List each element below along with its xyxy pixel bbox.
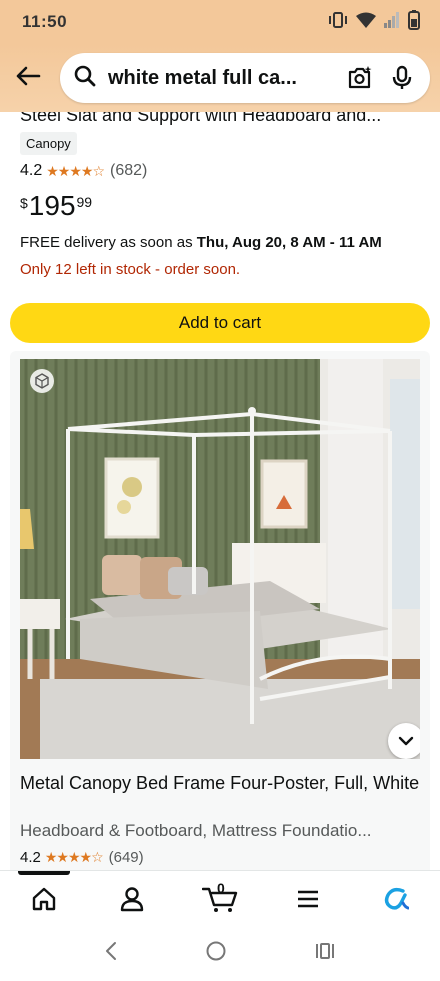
- camera-search-button[interactable]: [344, 62, 376, 94]
- product-price: $ 195 99: [20, 190, 92, 222]
- price-symbol: $: [20, 195, 28, 211]
- view-in-room-icon[interactable]: [30, 369, 54, 393]
- product-subtitle[interactable]: Headboard & Footboard, Mattress Foundati…: [20, 821, 420, 841]
- nav-menu[interactable]: [278, 874, 338, 924]
- price-whole: 195: [28, 190, 76, 221]
- search-icon: [74, 65, 96, 92]
- search-box[interactable]: white metal full ca...: [60, 53, 430, 103]
- arrow-left-icon: [15, 65, 41, 92]
- system-home-button[interactable]: [205, 940, 227, 967]
- search-input[interactable]: white metal full ca...: [108, 67, 334, 90]
- star-rating-icon: ★★★★☆: [46, 162, 105, 179]
- wifi-icon: [356, 12, 376, 33]
- menu-icon: [298, 890, 318, 907]
- delivery-info: FREE delivery as soon as Thu, Aug 20, 8 …: [20, 234, 382, 251]
- battery-icon: [408, 9, 420, 35]
- canopy-badge: Canopy: [20, 132, 77, 155]
- voice-search-button[interactable]: [386, 62, 418, 94]
- delivery-date: Thu, Aug 20, 8 AM - 11 AM: [196, 234, 382, 251]
- nav-rufus[interactable]: [366, 874, 426, 924]
- product-title-partial[interactable]: Steel Slat and Support with Headboard an…: [20, 112, 430, 126]
- nav-home[interactable]: [14, 874, 74, 924]
- product-card[interactable]: Metal Canopy Bed Frame Four-Poster, Full…: [10, 351, 430, 870]
- nav-cart[interactable]: 0: [190, 874, 250, 924]
- camera-search-icon: [348, 66, 372, 89]
- product-image[interactable]: [20, 359, 420, 759]
- recents-icon: [316, 943, 335, 959]
- microphone-icon: [392, 65, 412, 89]
- delivery-prefix: FREE delivery as soon as: [20, 234, 197, 251]
- stock-warning: Only 12 left in stock - order soon.: [20, 261, 241, 278]
- nav-account[interactable]: [102, 874, 162, 924]
- search-header: white metal full ca...: [0, 44, 440, 112]
- system-back-button[interactable]: [104, 941, 118, 966]
- search-results: Steel Slat and Support with Headboard an…: [0, 112, 440, 870]
- star-rating-icon: ★★★★☆: [44, 849, 104, 865]
- rating-number: 4.2: [20, 849, 41, 866]
- status-bar: 11:50: [0, 0, 440, 44]
- home-icon: [32, 887, 56, 910]
- status-icons: [328, 9, 420, 35]
- review-count: (649): [108, 849, 144, 866]
- cart-count: 0: [217, 879, 225, 896]
- add-to-cart-button[interactable]: Add to cart: [10, 303, 430, 343]
- product-rating[interactable]: 4.2 ★★★★☆ (649): [20, 849, 144, 866]
- rating-number: 4.2: [20, 162, 43, 179]
- signal-icon: [384, 11, 400, 33]
- system-navigation: [0, 926, 440, 981]
- status-time: 11:50: [22, 12, 68, 31]
- back-button[interactable]: [8, 58, 48, 98]
- system-recents-button[interactable]: [314, 941, 336, 966]
- product-rating[interactable]: 4.2 ★★★★☆ (682): [20, 162, 147, 180]
- rufus-icon: [384, 887, 409, 910]
- home-circle-icon: [206, 941, 226, 961]
- chevron-down-icon: [398, 736, 414, 746]
- product-title[interactable]: Metal Canopy Bed Frame Four-Poster, Full…: [20, 771, 420, 795]
- price-fraction: 99: [76, 194, 93, 210]
- bottom-navigation: 0: [0, 870, 440, 926]
- back-icon: [105, 942, 116, 960]
- expand-button[interactable]: [388, 723, 420, 759]
- review-count: (682): [110, 162, 148, 179]
- vibrate-icon: [328, 11, 348, 34]
- account-icon: [120, 886, 144, 911]
